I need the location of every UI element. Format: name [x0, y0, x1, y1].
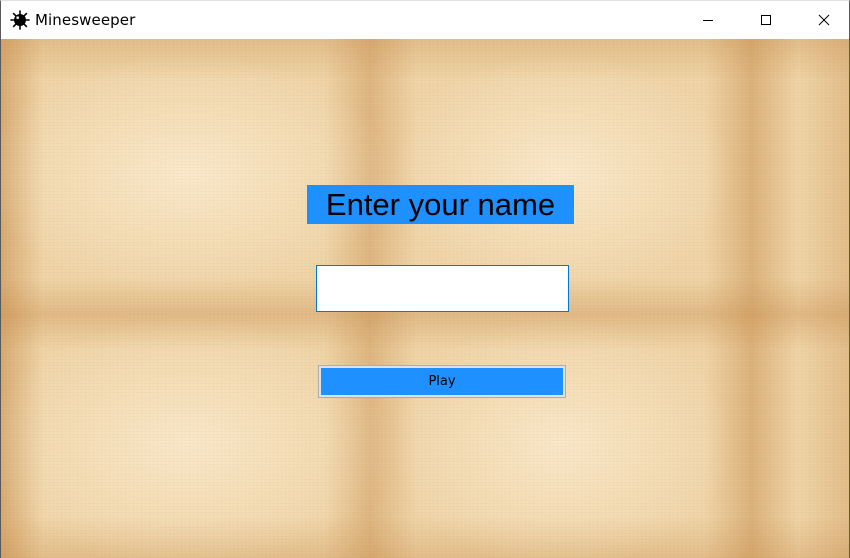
close-button[interactable]	[795, 1, 850, 39]
mine-icon	[10, 10, 30, 30]
window-title: Minesweeper	[35, 11, 136, 29]
title-bar[interactable]: Minesweeper	[1, 1, 849, 39]
close-icon	[818, 14, 830, 26]
client-area: Enter your name Play	[1, 39, 849, 558]
minimize-button[interactable]	[679, 1, 737, 39]
name-input[interactable]	[316, 265, 569, 312]
maximize-icon	[761, 15, 771, 25]
minimize-icon	[703, 20, 713, 21]
name-prompt-label: Enter your name	[307, 185, 574, 224]
maximize-button[interactable]	[737, 1, 795, 39]
play-button[interactable]: Play	[318, 365, 566, 398]
app-window: Minesweeper Enter your name Play	[0, 0, 850, 558]
play-button-label: Play	[321, 368, 563, 395]
